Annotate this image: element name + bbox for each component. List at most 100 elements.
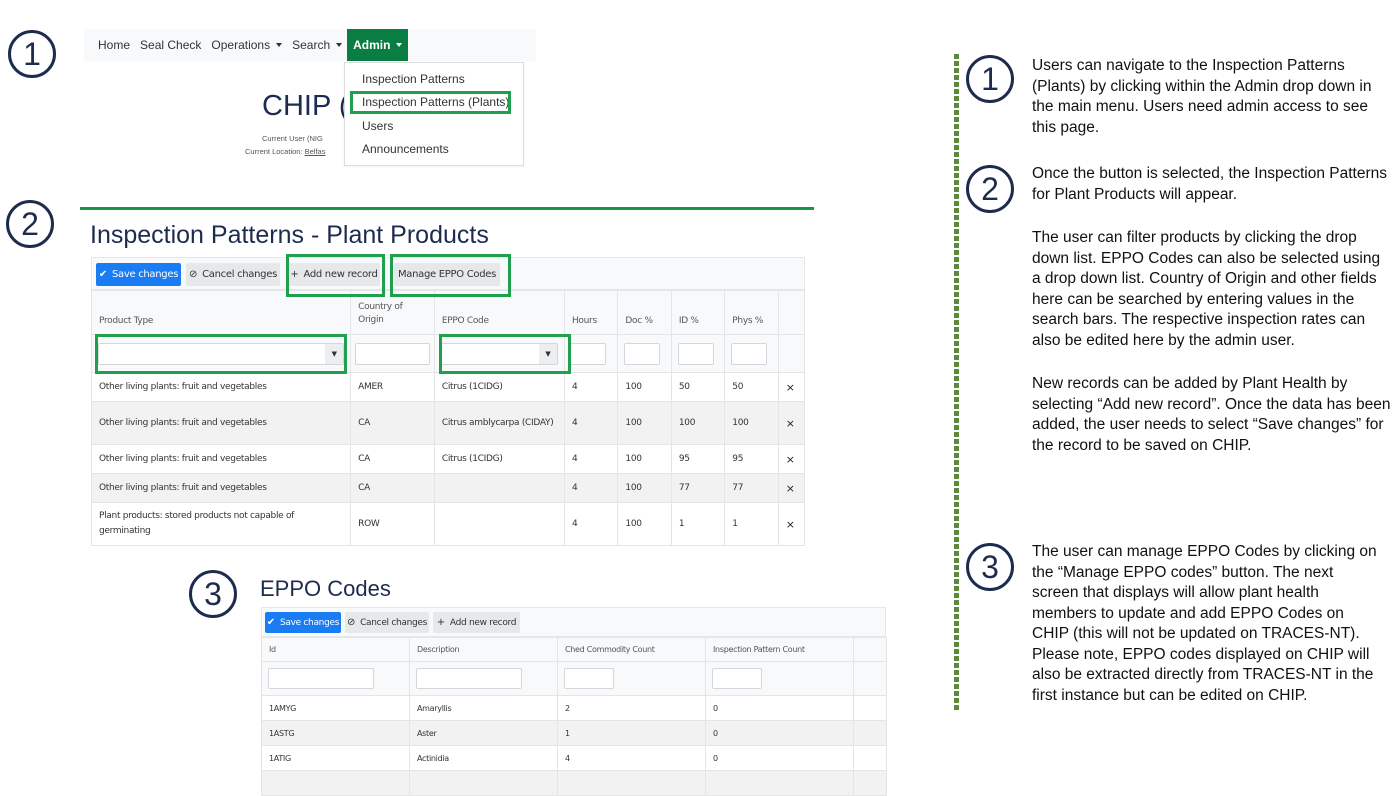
eppo-code-cell[interactable]: Citrus (1CIDG) bbox=[433, 444, 565, 474]
delete-row-icon[interactable]: × bbox=[777, 444, 806, 474]
table-row[interactable] bbox=[261, 770, 887, 796]
delete-row-icon[interactable]: × bbox=[777, 372, 806, 402]
doc-cell[interactable]: 100 bbox=[617, 444, 672, 474]
column-header-id[interactable]: ID % bbox=[670, 290, 726, 335]
eppo-code-cell[interactable]: Citrus amblycarpa (CIDAY) bbox=[433, 401, 565, 445]
table-row[interactable]: Other living plants: fruit and vegetable… bbox=[90, 473, 806, 503]
ip-count-cell[interactable]: 0 bbox=[705, 695, 854, 721]
product-type-filter-select[interactable]: ▼ bbox=[98, 342, 345, 365]
doc-cell[interactable]: 100 bbox=[617, 473, 672, 503]
table-row[interactable]: Other living plants: fruit and vegetable… bbox=[90, 372, 806, 402]
id-filter-input[interactable] bbox=[268, 668, 374, 689]
id-cell[interactable]: 100 bbox=[670, 401, 726, 445]
product-type-cell[interactable]: Other living plants: fruit and vegetable… bbox=[90, 444, 352, 474]
id-cell[interactable]: 1ASTG bbox=[261, 720, 410, 746]
nav-seal-check[interactable]: Seal Check bbox=[135, 29, 206, 61]
table-row[interactable]: 1ASTG Aster 1 0 bbox=[261, 720, 887, 746]
product-type-cell[interactable]: Plant products: stored products not capa… bbox=[90, 502, 352, 546]
manage-eppo-codes-button[interactable]: Manage EPPO Codes bbox=[394, 263, 500, 286]
id-cell[interactable]: 95 bbox=[670, 444, 726, 474]
country-cell[interactable]: CA bbox=[350, 473, 435, 503]
column-header-description[interactable]: Description bbox=[409, 637, 558, 662]
phys-cell[interactable]: 1 bbox=[724, 502, 779, 546]
ched-count-cell[interactable]: 4 bbox=[557, 745, 706, 771]
description-cell[interactable]: Amaryllis bbox=[409, 695, 558, 721]
hours-cell[interactable]: 4 bbox=[563, 444, 619, 474]
hours-cell[interactable]: 4 bbox=[563, 401, 619, 445]
ched-count-cell[interactable]: 2 bbox=[557, 695, 706, 721]
cancel-changes-button[interactable]: ⊘ Cancel changes bbox=[186, 263, 280, 286]
id-cell[interactable]: 77 bbox=[670, 473, 726, 503]
nav-admin[interactable]: Admin bbox=[347, 29, 409, 61]
delete-row-icon[interactable]: × bbox=[777, 502, 806, 546]
add-new-record-button[interactable]: + Add new record bbox=[433, 612, 520, 633]
ched-count-filter-input[interactable] bbox=[564, 668, 614, 689]
id-cell[interactable]: 1AMYG bbox=[261, 695, 410, 721]
doc-cell[interactable]: 100 bbox=[617, 502, 672, 546]
phys-filter-input[interactable] bbox=[731, 342, 768, 365]
phys-cell[interactable]: 95 bbox=[724, 444, 779, 474]
phys-cell[interactable]: 77 bbox=[724, 473, 779, 503]
table-row[interactable]: Plant products: stored products not capa… bbox=[90, 502, 806, 546]
country-cell[interactable]: CA bbox=[350, 401, 435, 445]
ip-count-cell[interactable]: 0 bbox=[705, 745, 854, 771]
column-header-eppo-code[interactable]: EPPO Code bbox=[433, 290, 565, 335]
column-header-doc[interactable]: Doc % bbox=[617, 290, 672, 335]
save-changes-button[interactable]: ✔ Save changes bbox=[96, 263, 181, 286]
product-type-cell[interactable]: Other living plants: fruit and vegetable… bbox=[90, 372, 352, 402]
description-cell[interactable]: Actinidia bbox=[409, 745, 558, 771]
phys-cell[interactable]: 100 bbox=[724, 401, 779, 445]
eppo-code-cell[interactable] bbox=[433, 502, 565, 546]
menu-item-inspection-patterns-plants[interactable]: Inspection Patterns (Plants) bbox=[362, 95, 509, 109]
add-new-record-button[interactable]: + Add new record bbox=[288, 263, 380, 286]
description-cell[interactable]: Aster bbox=[409, 720, 558, 746]
table-row[interactable]: 1AMYG Amaryllis 2 0 bbox=[261, 695, 887, 721]
ched-count-cell[interactable]: 1 bbox=[557, 720, 706, 746]
column-header-ched-count[interactable]: Ched Commodity Count bbox=[557, 637, 706, 662]
delete-row-icon[interactable]: × bbox=[777, 473, 806, 503]
phys-cell[interactable]: 50 bbox=[724, 372, 779, 402]
nav-search[interactable]: Search bbox=[287, 29, 347, 61]
ip-count-cell[interactable]: 0 bbox=[705, 720, 854, 746]
column-header-phys[interactable]: Phys % bbox=[724, 290, 779, 335]
table-row[interactable]: 1ATIG Actinidia 4 0 bbox=[261, 745, 887, 771]
menu-item-inspection-patterns[interactable]: Inspection Patterns bbox=[362, 72, 465, 86]
id-cell[interactable]: 1 bbox=[670, 502, 726, 546]
eppo-code-cell[interactable]: Citrus (1CIDG) bbox=[433, 372, 565, 402]
eppo-code-filter-select[interactable]: ▼ bbox=[440, 342, 558, 365]
menu-item-announcements[interactable]: Announcements bbox=[362, 142, 449, 156]
column-header-hours[interactable]: Hours bbox=[563, 290, 619, 335]
country-cell[interactable]: ROW bbox=[350, 502, 435, 546]
id-filter-input[interactable] bbox=[677, 342, 714, 365]
description-filter-input[interactable] bbox=[416, 668, 522, 689]
cancel-changes-button[interactable]: ⊘ Cancel changes bbox=[345, 612, 429, 633]
save-changes-button[interactable]: ✔ Save changes bbox=[265, 612, 341, 633]
eppo-code-cell[interactable] bbox=[433, 473, 565, 503]
hours-cell[interactable]: 4 bbox=[563, 502, 619, 546]
ip-count-filter-input[interactable] bbox=[712, 668, 762, 689]
hours-cell[interactable]: 4 bbox=[563, 372, 619, 402]
product-type-cell[interactable]: Other living plants: fruit and vegetable… bbox=[90, 473, 352, 503]
column-header-country[interactable]: Country of Origin bbox=[350, 290, 435, 335]
id-cell[interactable]: 1ATIG bbox=[261, 745, 410, 771]
column-header-ip-count[interactable]: Inspection Pattern Count bbox=[705, 637, 854, 662]
country-filter-input[interactable] bbox=[355, 342, 430, 365]
menu-item-users[interactable]: Users bbox=[362, 119, 393, 133]
table-row[interactable]: Other living plants: fruit and vegetable… bbox=[90, 401, 806, 445]
hours-cell[interactable]: 4 bbox=[563, 473, 619, 503]
doc-filter-input[interactable] bbox=[624, 342, 661, 365]
current-location-link[interactable]: Belfas bbox=[305, 147, 326, 156]
column-header-product-type[interactable]: Product Type bbox=[90, 290, 352, 335]
nav-operations[interactable]: Operations bbox=[206, 29, 287, 61]
doc-cell[interactable]: 100 bbox=[617, 401, 672, 445]
hours-filter-input[interactable] bbox=[569, 342, 606, 365]
country-cell[interactable]: AMER bbox=[350, 372, 435, 402]
table-row[interactable]: Other living plants: fruit and vegetable… bbox=[90, 444, 806, 474]
id-cell[interactable]: 50 bbox=[670, 372, 726, 402]
product-type-cell[interactable]: Other living plants: fruit and vegetable… bbox=[90, 401, 352, 445]
country-cell[interactable]: CA bbox=[350, 444, 435, 474]
doc-cell[interactable]: 100 bbox=[617, 372, 672, 402]
column-header-id[interactable]: Id bbox=[261, 637, 410, 662]
delete-row-icon[interactable]: × bbox=[777, 401, 806, 445]
nav-home[interactable]: Home bbox=[84, 29, 135, 61]
